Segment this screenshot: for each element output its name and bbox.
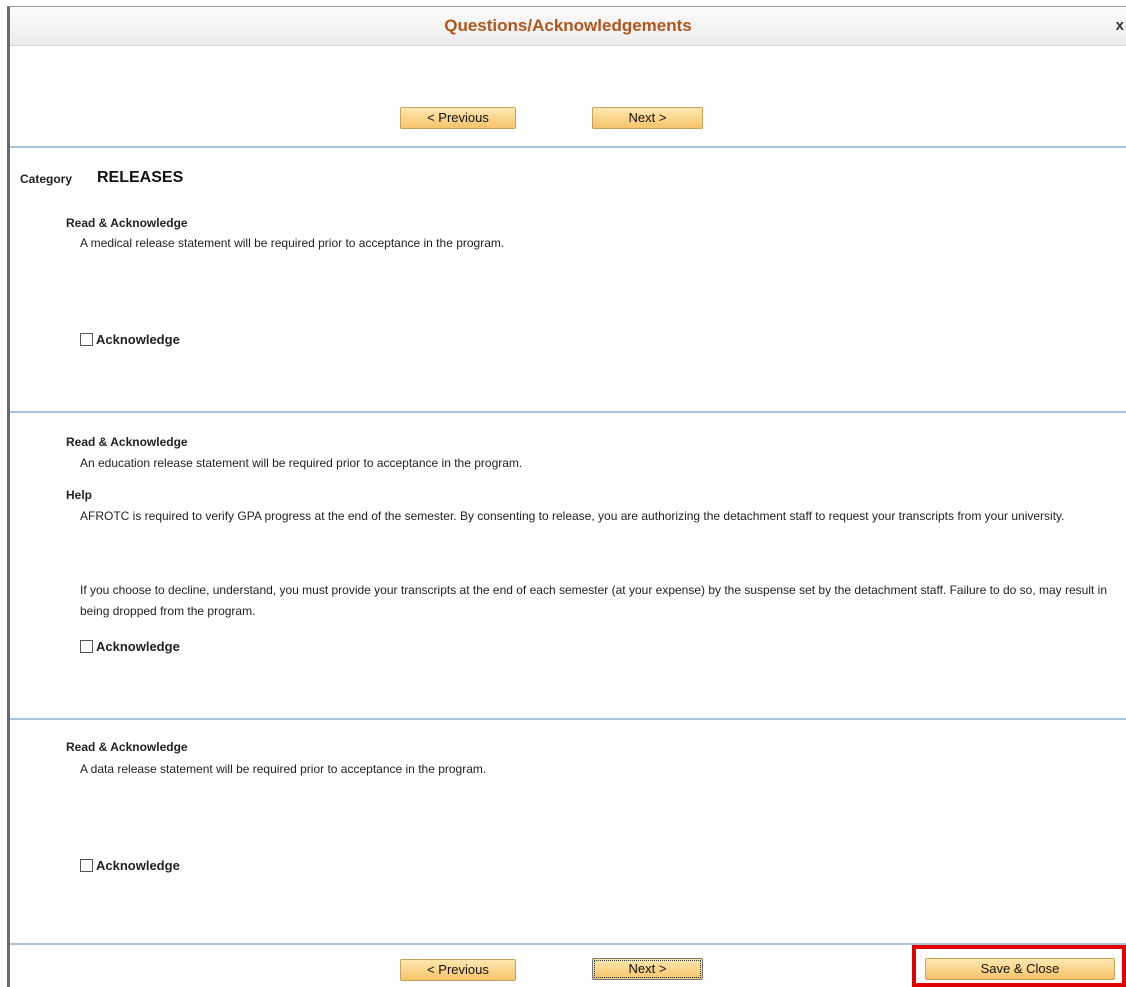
item-3-statement: A data release statement will be require… (80, 762, 487, 776)
checkbox-box[interactable] (80, 640, 93, 653)
acknowledge-label: Acknowledge (96, 639, 180, 654)
item-2-heading: Read & Acknowledge (66, 435, 188, 449)
dialog-frame (7, 6, 1126, 987)
item-2-statement: An education release statement will be r… (80, 456, 523, 470)
item-1-statement: A medical release statement will be requ… (80, 236, 505, 250)
item-2-help-paragraph-1: AFROTC is required to verify GPA progres… (80, 509, 1065, 523)
highlight-box (912, 945, 1126, 987)
previous-button-top[interactable]: < Previous (400, 107, 516, 129)
next-button-top[interactable]: Next > (592, 107, 703, 129)
checkbox-box[interactable] (80, 859, 93, 872)
separator (10, 718, 1126, 720)
item-2-help-paragraph-2: If you choose to decline, understand, yo… (80, 583, 1108, 618)
item-2-help-heading: Help (66, 488, 93, 502)
separator (10, 146, 1126, 148)
dialog-titlebar: Questions/Acknowledgements x (10, 7, 1126, 46)
checkbox-box[interactable] (80, 333, 93, 346)
item-3-acknowledge-checkbox[interactable]: Acknowledge (80, 858, 180, 873)
category-value: RELEASES (97, 169, 184, 186)
acknowledge-label: Acknowledge (96, 858, 180, 873)
item-1-acknowledge-checkbox[interactable]: Acknowledge (80, 332, 180, 347)
separator (10, 411, 1126, 413)
next-button-bottom[interactable]: Next > (592, 958, 703, 980)
item-2-acknowledge-checkbox[interactable]: Acknowledge (80, 639, 180, 654)
item-1-heading: Read & Acknowledge (66, 216, 188, 230)
acknowledge-label: Acknowledge (96, 332, 180, 347)
category-label: Category (20, 172, 73, 186)
item-3-heading: Read & Acknowledge (66, 740, 188, 754)
previous-button-bottom[interactable]: < Previous (400, 959, 516, 981)
close-icon[interactable]: x (1116, 17, 1124, 34)
dialog-title: Questions/Acknowledgements (444, 16, 692, 35)
